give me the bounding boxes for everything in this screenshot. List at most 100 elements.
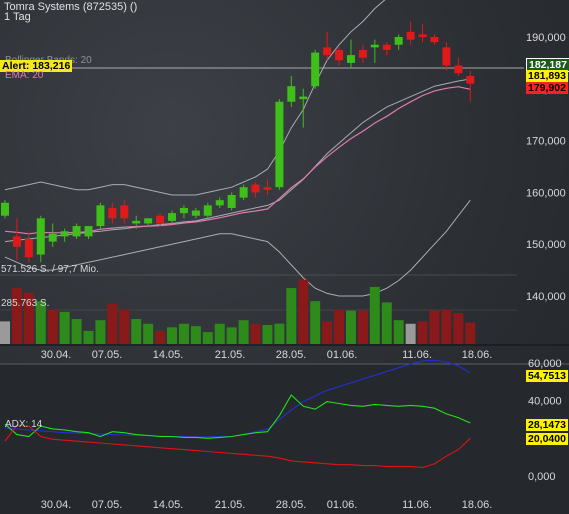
volume-bar [167,327,178,344]
volume-bar [95,320,106,344]
volume-bar [178,323,189,344]
volume-bar [393,320,404,344]
adx-xtick-label: 14.05. [153,499,184,511]
volume-bar [107,303,118,344]
volume-bar [155,330,166,344]
adx-tick-label: 0,000 [528,471,556,483]
volume-bar [453,313,464,344]
price-xtick-label: 21.05. [215,349,246,361]
candle-body [144,218,153,224]
volume-bar [417,321,428,344]
price-tick-label: 140,000 [526,291,566,303]
candle-body [299,96,308,100]
adx-tick-label: 60,000 [528,358,562,370]
price-xtick-label: 14.05. [153,349,184,361]
adx-xtick-label: 21.05. [215,499,246,511]
volume-bar [262,324,273,344]
volume-bar [345,310,356,344]
adx-green-tag: 28,1473 [526,419,568,431]
candle-body [168,213,177,221]
volume-bar [250,323,261,344]
adx-label: ADX: 14 [5,419,43,430]
candle-body [60,231,69,237]
candle-body [346,55,355,63]
upper-band-tag: 181,893 [526,70,568,82]
candle-body [48,233,57,242]
candle-body [132,220,141,224]
candle-body [24,239,33,258]
chart-window: 140,000150,000160,000170,000180,000190,0… [0,0,569,514]
adx-xtick-label: 07.05. [92,499,123,511]
candle-body [227,194,236,208]
adx-panel-bg [0,364,569,514]
candle-body [239,187,248,198]
volume-bar [429,310,440,344]
candle-body [156,215,165,224]
candle-body [203,205,212,216]
candle-body [358,49,367,58]
adx-tick-label: 40,000 [528,396,562,408]
candle-body [108,207,117,219]
candle-body [1,202,9,216]
volume-bar [381,302,392,344]
price-xtick-label: 30.04. [41,349,72,361]
candle-body [287,86,296,102]
candle-body [406,31,415,40]
lower-price-tag: 179,902 [526,82,568,94]
volume-bar [131,319,142,344]
price-xtick-label: 11.06. [402,349,432,361]
grid [0,67,569,514]
volume-bar [334,309,345,344]
candle-body [394,37,403,45]
volume-bar [119,309,130,344]
volume-mid-label: 285.763 S. [1,298,50,309]
volume-bar [71,319,82,344]
ema-label: EMA: 20 [5,70,44,81]
candle-body [323,47,332,56]
candle-body [311,52,320,87]
adx-xtick-label: 28.05. [276,499,307,511]
candle-body [382,44,391,50]
price-xtick-label: 18.06. [462,349,493,361]
candle-body [120,205,129,219]
candle-body [12,236,21,247]
volume-bar [357,310,368,344]
price-xtick-label: 01.06. [327,349,358,361]
volume-bar [11,288,22,344]
volume-bar [83,330,94,344]
candle-body [191,210,200,216]
candle-body [335,49,344,61]
volume-bar [405,323,416,344]
volume-bar [441,309,452,344]
volume-bar [298,279,309,344]
volume-bar [274,323,285,344]
volume-bar [47,309,58,344]
price-tick-label: 190,000 [526,32,566,44]
candle-body [215,200,224,206]
candle-body [370,44,379,48]
adx-xtick-label: 18.06. [462,499,493,511]
volume-bar [369,286,380,344]
candle-body [84,226,93,237]
volume-bar [143,323,154,344]
volume-bar [322,321,333,344]
adx-xtick-label: 11.06. [402,499,432,511]
candle-body [275,101,284,188]
volume-bar [238,320,249,344]
volume-bar [59,311,70,344]
candle-body [430,37,439,43]
volume-bar [190,326,201,344]
bollinger-lower-line [4,199,471,297]
candle-body [36,218,45,255]
volume-bar [286,288,297,344]
volume-bar [0,321,10,344]
price-xtick-label: 07.05. [92,349,123,361]
candle-body [72,226,81,237]
candle-body [454,65,463,74]
interval-label: 1 Tag [4,11,31,23]
price-tick-label: 170,000 [526,136,566,148]
volume-bars [0,279,476,344]
candle-body [466,75,475,84]
chart-canvas[interactable]: 140,000150,000160,000170,000180,000190,0… [0,0,569,514]
price-tick-label: 150,000 [526,239,566,251]
